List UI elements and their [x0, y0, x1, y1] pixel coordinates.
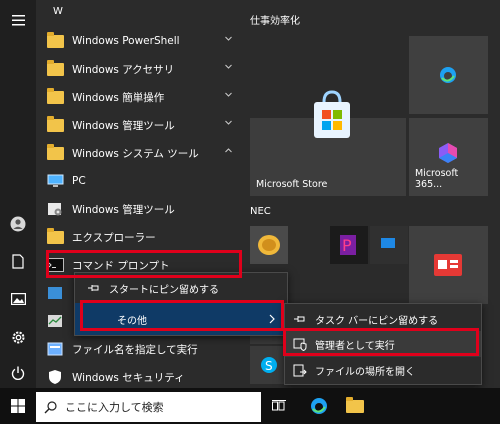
svg-text:P: P: [342, 236, 352, 255]
menu-item-more[interactable]: その他: [75, 303, 287, 335]
start-rail: [0, 0, 36, 388]
edge-icon: [440, 67, 456, 83]
submenu: タスク バーにピン留めする 管理者として実行 ファイルの場所を開く: [284, 303, 482, 385]
news-app-icon: [434, 254, 462, 276]
pictures-icon[interactable]: [0, 281, 36, 317]
menu-item-label: 管理者として実行: [315, 340, 395, 352]
chevron-right-icon: [269, 314, 275, 324]
coin-app-icon: [258, 235, 280, 255]
context-menu: スタートにピン留めする その他: [74, 272, 288, 336]
command-prompt-icon: [46, 257, 64, 273]
folder-icon: [46, 31, 64, 48]
app-label: Windows システム ツール: [72, 147, 199, 160]
folder-icon: [46, 59, 64, 76]
app-label: Windows セキュリティ: [72, 371, 185, 384]
svg-text:S: S: [265, 359, 273, 373]
app-label: Windows アクセサリ: [72, 63, 175, 76]
app-label: Windows 管理ツール: [72, 119, 175, 132]
power-icon[interactable]: [0, 355, 36, 391]
tile-nec-app-3[interactable]: [370, 226, 408, 264]
file-explorer-icon: [346, 396, 364, 413]
control-panel-icon: [46, 285, 64, 301]
task-view-icon: [272, 400, 286, 411]
tile-microsoft-store[interactable]: Microsoft Store: [250, 90, 406, 196]
file-location-icon: [293, 364, 307, 376]
search-icon: [44, 400, 57, 413]
taskbar-explorer-button[interactable]: [342, 388, 368, 424]
menu-item-label: タスク バーにピン留めする: [315, 315, 439, 327]
app-label: Windows PowerShell: [72, 35, 180, 47]
menu-item-pin-to-taskbar[interactable]: タスク バーにピン留めする: [285, 306, 481, 332]
tile-microsoft-365[interactable]: Microsoft 365...: [409, 118, 488, 196]
run-icon: [46, 341, 64, 357]
tile-edge[interactable]: [409, 36, 488, 114]
app-label: Windows 管理ツール: [72, 203, 175, 216]
menu-item-label: その他: [117, 315, 147, 327]
app-label: Windows 簡単操作: [72, 91, 165, 104]
folder-icon: [46, 115, 64, 132]
settings-gear-icon[interactable]: [0, 319, 36, 355]
app-label: コマンド プロンプト: [72, 259, 170, 272]
edge-icon: [311, 398, 327, 414]
tile-nec-app-4[interactable]: [409, 226, 488, 304]
app-label: エクスプローラー: [72, 231, 156, 244]
tile-skype[interactable]: S: [250, 346, 288, 384]
user-account-icon[interactable]: [0, 206, 36, 242]
app-label: ファイル名を指定して実行: [72, 343, 198, 356]
windows-logo-icon: [11, 399, 25, 413]
app-label: PC: [72, 175, 86, 187]
pc-icon: [46, 173, 64, 189]
menu-item-run-as-admin[interactable]: 管理者として実行: [285, 331, 481, 357]
microsoft-store-icon: [314, 90, 350, 138]
taskbar-edge-button[interactable]: [306, 388, 332, 424]
section-header: W: [53, 6, 63, 17]
admin-tools-icon: [46, 201, 64, 217]
microsoft-365-icon: [439, 143, 457, 163]
start-button[interactable]: [0, 388, 36, 424]
menu-item-label: スタートにピン留めする: [109, 284, 219, 296]
tile-group-title: NEC: [250, 206, 271, 217]
folder-icon: [46, 143, 64, 160]
tile-label: Microsoft 365...: [415, 168, 459, 190]
pin-icon: [294, 316, 305, 322]
tile-label: Microsoft Store: [256, 179, 328, 190]
task-view-button[interactable]: [266, 388, 292, 424]
menu-item-pin-to-start[interactable]: スタートにピン留めする: [75, 273, 287, 303]
hamburger-menu-icon[interactable]: [0, 2, 36, 38]
pin-icon: [88, 285, 99, 291]
tile-nec-app-2[interactable]: P: [330, 226, 368, 264]
menu-item-open-file-location[interactable]: ファイルの場所を開く: [285, 357, 481, 383]
task-manager-icon: [46, 313, 64, 329]
photo-app-icon: P: [340, 235, 356, 255]
tile-nec-app-1[interactable]: [250, 226, 288, 264]
admin-shield-icon: [293, 338, 307, 351]
shield-icon: [46, 369, 64, 385]
menu-item-label: ファイルの場所を開く: [315, 366, 415, 378]
taskbar-search-box[interactable]: ここに入力して検索: [36, 392, 261, 422]
skype-icon: S: [261, 357, 277, 373]
chevron-down-icon: [225, 92, 232, 97]
chevron-down-icon: [225, 120, 232, 125]
chevron-down-icon: [225, 36, 232, 41]
tv-app-icon: [381, 238, 395, 248]
file-explorer-icon: [46, 227, 64, 244]
chevron-down-icon: [225, 64, 232, 69]
folder-icon: [46, 87, 64, 104]
tile-group-title: 仕事効率化: [250, 16, 300, 27]
documents-icon[interactable]: [0, 243, 36, 279]
chevron-up-icon: [225, 148, 232, 153]
search-placeholder: ここに入力して検索: [65, 401, 164, 414]
